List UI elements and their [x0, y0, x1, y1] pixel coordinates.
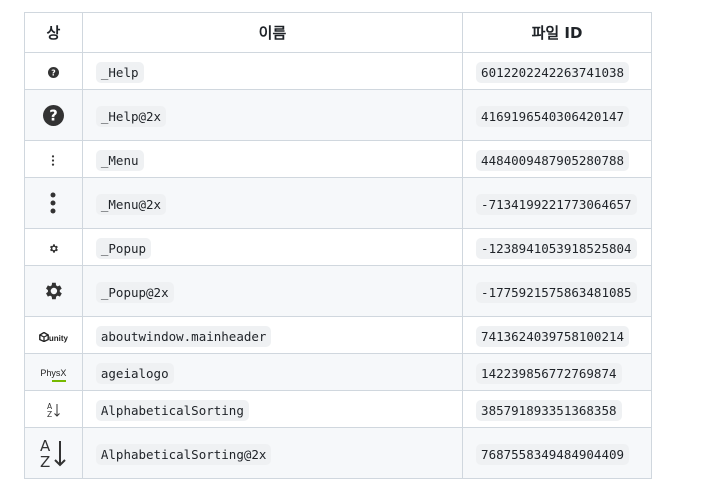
header-file-id: 파일 ID [462, 12, 652, 53]
table-row: ? _Help@2x 4169196540306420147 [24, 89, 652, 141]
sort-az-icon: AZ [47, 402, 60, 418]
file-id: -1775921575863481085 [476, 281, 637, 303]
file-id: 7413624039758100214 [476, 325, 630, 347]
file-id: -1238941053918525804 [476, 237, 637, 259]
file-id: 6012202242263741038 [476, 61, 630, 83]
table-row: ? _Help 6012202242263741038 [24, 52, 652, 90]
table-row: AZ AlphabeticalSorting 38579189335136835… [24, 390, 652, 428]
icon-name: _Popup [95, 237, 152, 259]
icon-name: aboutwindow.mainheader [95, 325, 272, 347]
header-icon: 상 [24, 12, 83, 53]
table-row: _Menu@2x -7134199221773064657 [24, 177, 652, 229]
file-id: 7687558349484904409 [476, 443, 630, 465]
gear-icon [42, 280, 64, 302]
icon-name: AlphabeticalSorting@2x [95, 443, 272, 465]
icon-name: _Menu@2x [95, 193, 167, 215]
file-id: 4484009487905280788 [476, 149, 630, 171]
physx-logo-icon: PhysX [38, 361, 68, 383]
menu-dots-icon [50, 192, 56, 214]
help-icon: ? [47, 66, 59, 78]
svg-text:?: ? [51, 68, 55, 77]
physx-logo-text: PhysX [40, 368, 67, 378]
icon-table: 상 이름 파일 ID ? _Help 6012202242263741038 ?… [24, 12, 652, 479]
svg-text:Z: Z [47, 410, 52, 418]
table-row: _Popup -1238941053918525804 [24, 228, 652, 266]
file-id: 142239856772769874 [476, 362, 622, 384]
gear-icon [48, 243, 59, 254]
file-id: -7134199221773064657 [476, 193, 637, 215]
svg-text:?: ? [49, 107, 58, 124]
table-row: unity aboutwindow.mainheader 74136240397… [24, 316, 652, 354]
header-name: 이름 [81, 12, 464, 53]
icon-name: ageialogo [95, 362, 174, 384]
icon-name: _Menu [95, 149, 144, 171]
icon-name: _Help@2x [95, 105, 167, 127]
table-header-row: 상 이름 파일 ID [24, 12, 652, 53]
table-row: AZ AlphabeticalSorting@2x 76875583494849… [24, 427, 652, 479]
icon-name: _Help [95, 61, 144, 83]
svg-text:Z: Z [40, 453, 50, 469]
sort-az-icon: AZ [40, 437, 67, 469]
table-row: _Popup@2x -1775921575863481085 [24, 265, 652, 317]
icon-name: AlphabeticalSorting [95, 399, 249, 421]
file-id: 385791893351368358 [476, 399, 622, 421]
help-icon: ? [42, 104, 64, 126]
unity-logo-text: unity [48, 334, 68, 343]
table-row: PhysX ageialogo 142239856772769874 [24, 353, 652, 391]
file-id: 4169196540306420147 [476, 105, 630, 127]
icon-name: _Popup@2x [95, 281, 174, 303]
unity-logo-icon: unity [38, 326, 68, 345]
menu-dots-icon [51, 154, 55, 166]
table-row: _Menu 4484009487905280788 [24, 140, 652, 178]
